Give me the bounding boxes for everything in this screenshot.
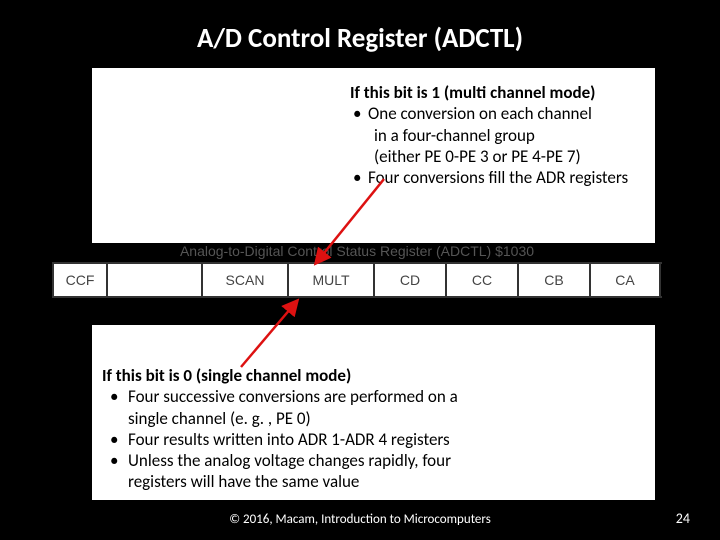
footer-citation: © 2016, Macam, Introduction to Microcomp… — [0, 512, 720, 527]
slide-title: A/D Control Register (ADCTL) — [0, 0, 720, 55]
single-bullet-2: Four results written into ADR 1-ADR 4 re… — [102, 429, 572, 450]
multi-channel-block: If this bit is 1 (multi channel mode) On… — [350, 82, 710, 188]
reg-cell-blank — [106, 264, 201, 296]
reg-cell-cd: CD — [373, 264, 445, 296]
multi-bullet-1-cont1: in a four-channel group — [350, 125, 710, 146]
register-diagram: Analog-to-Digital Control Status Registe… — [52, 243, 662, 298]
register-caption: Analog-to-Digital Control Status Registe… — [52, 243, 662, 262]
single-bullet-1-cont: single channel (e. g. , PE 0) — [102, 408, 572, 429]
reg-cell-scan: SCAN — [201, 264, 287, 296]
multi-heading: If this bit is 1 (multi channel mode) — [350, 82, 710, 103]
single-bullet-3: Unless the analog voltage changes rapidl… — [102, 450, 572, 471]
register-table: CCF SCAN MULT CD CC CB CA — [52, 262, 662, 298]
footer-page-number: 24 — [676, 510, 690, 527]
single-heading: If this bit is 0 (single channel mode) — [102, 365, 572, 386]
reg-cell-cb: CB — [517, 264, 589, 296]
single-bullet-1: Four successive conversions are performe… — [102, 386, 572, 407]
multi-bullet-1: One conversion on each channel — [350, 103, 710, 124]
single-channel-block: If this bit is 0 (single channel mode) F… — [102, 365, 572, 493]
reg-cell-mult: MULT — [287, 264, 373, 296]
multi-bullet-1-cont2: (either PE 0-PE 3 or PE 4-PE 7) — [350, 146, 710, 167]
reg-cell-ca: CA — [589, 264, 661, 296]
reg-cell-cc: CC — [445, 264, 517, 296]
single-bullet-3-cont: registers will have the same value — [102, 471, 572, 492]
multi-bullet-2: Four conversions fill the ADR registers — [350, 167, 710, 188]
reg-cell-ccf: CCF — [52, 264, 106, 296]
